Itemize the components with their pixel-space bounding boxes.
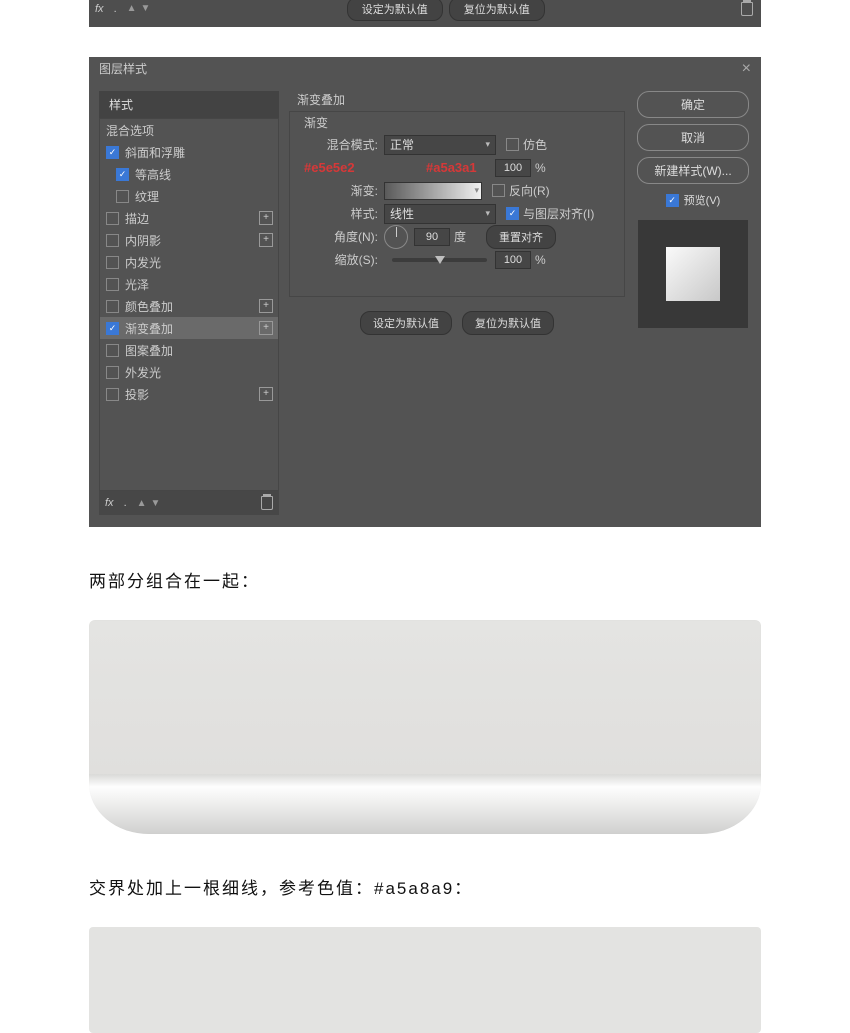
style-label: 等高线 xyxy=(135,166,171,183)
style-label: 图案叠加 xyxy=(125,342,173,359)
color-annotation-1: #e5e5e2 xyxy=(304,160,355,175)
add-effect-icon[interactable]: + xyxy=(259,321,273,335)
style-label: 样式: xyxy=(300,205,378,222)
result-image-1 xyxy=(89,620,761,834)
style-label: 斜面和浮雕 xyxy=(125,144,185,161)
align-checkbox[interactable]: ✓ xyxy=(506,207,519,220)
article-paragraph-2: 交界处加上一根细线，参考色值：#a5a8a9： xyxy=(89,874,761,899)
arrow-down-icon[interactable]: ▼ xyxy=(151,498,161,509)
style-row-7[interactable]: 光泽 xyxy=(100,273,278,295)
style-label: 渐变叠加 xyxy=(125,320,173,337)
gradient-picker[interactable]: ▾ xyxy=(384,182,482,200)
scale-label: 缩放(S): xyxy=(300,251,378,268)
fx-label: fx xyxy=(95,3,104,15)
style-checkbox[interactable] xyxy=(106,344,119,357)
gradient-style-select[interactable]: 线性▾ xyxy=(384,204,496,224)
style-row-4[interactable]: 描边 + xyxy=(100,207,278,229)
style-row-10[interactable]: 图案叠加 xyxy=(100,339,278,361)
style-label: 纹理 xyxy=(135,188,159,205)
style-checkbox[interactable]: ✓ xyxy=(106,146,119,159)
style-checkbox[interactable]: ✓ xyxy=(106,322,119,335)
styles-header: 样式 xyxy=(99,91,279,118)
style-checkbox[interactable] xyxy=(116,190,129,203)
style-checkbox[interactable] xyxy=(106,300,119,313)
close-icon[interactable]: × xyxy=(742,57,751,81)
style-row-2[interactable]: ✓ 等高线 xyxy=(100,163,278,185)
style-checkbox[interactable] xyxy=(106,278,119,291)
dither-checkbox[interactable] xyxy=(506,138,519,151)
style-row-9[interactable]: ✓ 渐变叠加 + xyxy=(100,317,278,339)
style-checkbox[interactable] xyxy=(106,212,119,225)
reset-default-button[interactable]: 复位为默认值 xyxy=(462,311,554,335)
blend-mode-select[interactable]: 正常▾ xyxy=(384,135,496,155)
arrow-up-icon[interactable]: ▲ xyxy=(127,3,137,14)
add-effect-icon[interactable]: + xyxy=(259,299,273,313)
style-row-3[interactable]: 纹理 xyxy=(100,185,278,207)
trash-icon[interactable] xyxy=(261,496,273,510)
new-style-button[interactable]: 新建样式(W)... xyxy=(637,157,749,184)
style-row-1[interactable]: ✓ 斜面和浮雕 xyxy=(100,141,278,163)
style-row-5[interactable]: 内阴影 + xyxy=(100,229,278,251)
settings-subtitle: 渐变 xyxy=(300,114,332,131)
style-label: 颜色叠加 xyxy=(125,298,173,315)
scale-input[interactable]: 100 xyxy=(495,251,531,269)
style-label: 混合选项 xyxy=(106,122,154,139)
add-effect-icon[interactable]: + xyxy=(259,211,273,225)
angle-label: 角度(N): xyxy=(300,228,378,245)
style-row-11[interactable]: 外发光 xyxy=(100,361,278,383)
reset-default-button[interactable]: 复位为默认值 xyxy=(449,0,545,21)
style-label: 外发光 xyxy=(125,364,161,381)
add-effect-icon[interactable]: + xyxy=(259,387,273,401)
opacity-input[interactable]: 100 xyxy=(495,159,531,177)
layer-style-dialog: 图层样式 × 样式 混合选项 ✓ 斜面和浮雕 ✓ 等高线纹理描边 + 内阴影 + 内发光光泽颜色… xyxy=(89,57,761,527)
angle-input[interactable]: 90 xyxy=(414,228,450,246)
style-checkbox[interactable] xyxy=(106,256,119,269)
style-label: 投影 xyxy=(125,386,149,403)
preview-checkbox[interactable]: ✓ xyxy=(666,194,679,207)
style-checkbox[interactable] xyxy=(106,388,119,401)
trash-icon[interactable] xyxy=(741,2,753,16)
settings-title: 渐变叠加 xyxy=(297,91,625,108)
scale-slider[interactable] xyxy=(392,258,487,262)
style-row-0[interactable]: 混合选项 xyxy=(100,119,278,141)
result-image-2 xyxy=(89,927,761,1033)
style-checkbox[interactable] xyxy=(106,234,119,247)
preview-thumbnail xyxy=(638,220,748,328)
style-checkbox[interactable] xyxy=(106,366,119,379)
reverse-checkbox[interactable] xyxy=(492,184,505,197)
style-label: 描边 xyxy=(125,210,149,227)
cancel-button[interactable]: 取消 xyxy=(637,124,749,151)
style-label: 内阴影 xyxy=(125,232,161,249)
blend-mode-label: 混合模式: xyxy=(300,136,378,153)
style-label: 光泽 xyxy=(125,276,149,293)
reset-align-button[interactable]: 重置对齐 xyxy=(486,225,556,249)
angle-dial[interactable] xyxy=(384,225,408,249)
arrow-down-icon[interactable]: ▼ xyxy=(141,3,151,14)
style-row-6[interactable]: 内发光 xyxy=(100,251,278,273)
prev-panel-footer: fx . ▲ ▼ 设定为默认值 复位为默认值 xyxy=(89,0,761,27)
style-label: 内发光 xyxy=(125,254,161,271)
set-default-button[interactable]: 设定为默认值 xyxy=(347,0,443,21)
style-row-8[interactable]: 颜色叠加 + xyxy=(100,295,278,317)
gradient-label: 渐变: xyxy=(300,182,378,199)
article-paragraph-1: 两部分组合在一起： xyxy=(89,567,761,592)
add-effect-icon[interactable]: + xyxy=(259,233,273,247)
styles-list: 混合选项 ✓ 斜面和浮雕 ✓ 等高线纹理描边 + 内阴影 + 内发光光泽颜色叠加 + ✓ 渐变叠加 + 图… xyxy=(99,118,279,491)
style-row-12[interactable]: 投影 + xyxy=(100,383,278,405)
arrow-up-icon[interactable]: ▲ xyxy=(137,498,147,509)
set-default-button[interactable]: 设定为默认值 xyxy=(360,311,452,335)
ok-button[interactable]: 确定 xyxy=(637,91,749,118)
style-checkbox[interactable]: ✓ xyxy=(116,168,129,181)
dialog-title: 图层样式 xyxy=(99,57,147,81)
